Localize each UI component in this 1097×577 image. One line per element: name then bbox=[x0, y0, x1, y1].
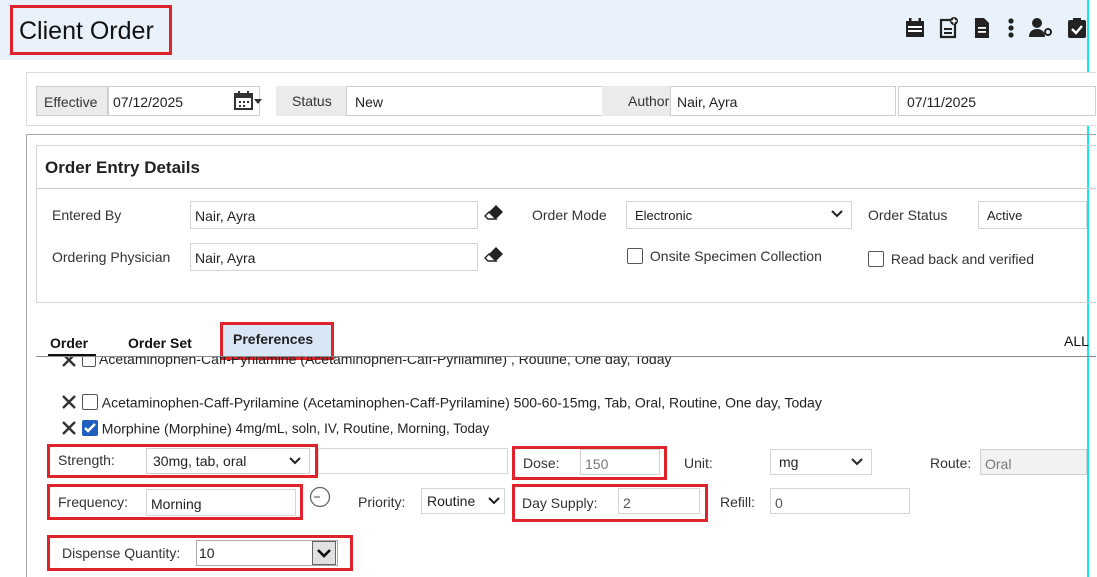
list-item-name: Morphine (Morphine) bbox=[101, 420, 232, 437]
ordering-physician-label: Ordering Physician bbox=[52, 249, 171, 265]
remove-icon[interactable] bbox=[60, 357, 78, 369]
eraser-icon[interactable] bbox=[484, 204, 504, 225]
dispense-quantity-value: 10 bbox=[199, 545, 215, 561]
strength-value: 30mg, tab, oral bbox=[153, 453, 247, 469]
strength-label: Strength: bbox=[58, 452, 115, 468]
priority-select[interactable]: Routine bbox=[421, 488, 505, 514]
priority-value: Routine bbox=[427, 493, 476, 509]
order-mode-value: Electronic bbox=[635, 208, 693, 223]
clock-icon[interactable] bbox=[309, 486, 331, 511]
calendar-dropdown-icon[interactable] bbox=[234, 90, 264, 115]
read-back-label: Read back and verified bbox=[890, 251, 1035, 268]
list-item-text: Acetaminophen-Caff-Pyrilamine (Acetamino… bbox=[99, 357, 672, 367]
entered-by-label: Entered By bbox=[52, 207, 122, 223]
checkbox[interactable] bbox=[81, 357, 96, 368]
list-item-clipped: Acetaminophen-Caff-Pyrilamine (Acetamino… bbox=[60, 357, 820, 369]
order-status-select[interactable]: Active bbox=[978, 201, 1087, 229]
route-input[interactable]: Oral bbox=[980, 449, 1087, 475]
dispense-quantity-label: Dispense Quantity: bbox=[62, 545, 181, 561]
status-label: Status bbox=[276, 86, 346, 116]
list-item: Morphine (Morphine) 4mg/mL, soln, IV, Ro… bbox=[60, 419, 489, 437]
tab-order-set[interactable]: Order Set bbox=[128, 335, 192, 351]
list-item: Acetaminophen-Caff-Pyrilamine (Acetamino… bbox=[60, 393, 822, 411]
filter-all[interactable]: ALL bbox=[1064, 333, 1089, 349]
separator bbox=[602, 86, 609, 116]
frequency-label: Frequency: bbox=[58, 494, 129, 510]
unit-select[interactable]: mg bbox=[770, 449, 872, 475]
page-title: Client Order bbox=[10, 5, 172, 55]
chevron-down-icon bbox=[851, 458, 863, 466]
toolbar bbox=[905, 17, 1087, 39]
remove-icon[interactable] bbox=[60, 393, 78, 411]
onsite-specimen-checkbox[interactable]: Onsite Specimen Collection bbox=[627, 247, 822, 265]
chevron-down-icon bbox=[289, 457, 301, 465]
status-input[interactable]: New bbox=[346, 86, 628, 116]
remove-icon[interactable] bbox=[60, 419, 78, 437]
user-key-icon[interactable] bbox=[1029, 17, 1053, 39]
unit-value: mg bbox=[779, 454, 799, 470]
author-label: Author bbox=[604, 86, 670, 116]
checkbox-checked[interactable] bbox=[81, 420, 98, 437]
day-supply-label: Day Supply: bbox=[522, 495, 598, 511]
checkbox[interactable] bbox=[627, 248, 643, 265]
day-supply-input[interactable]: 2 bbox=[618, 488, 700, 514]
order-status-label: Order Status bbox=[868, 207, 948, 223]
unit-label: Unit: bbox=[684, 455, 713, 471]
frequency-input[interactable]: Morning bbox=[146, 489, 296, 516]
list-item-text: Acetaminophen-Caff-Pyrilamine (Acetamino… bbox=[101, 394, 822, 411]
order-header-row: Effective 07/12/2025 Status New Author N… bbox=[36, 86, 1096, 116]
refill-label: Refill: bbox=[720, 494, 756, 510]
author-input[interactable]: Nair, Ayra bbox=[670, 86, 896, 116]
entered-by-input[interactable]: Nair, Ayra bbox=[190, 201, 478, 229]
onsite-specimen-label: Onsite Specimen Collection bbox=[649, 248, 822, 265]
chevron-down-icon bbox=[317, 549, 331, 558]
order-mode-select[interactable]: Electronic bbox=[626, 201, 852, 229]
priority-label: Priority: bbox=[358, 494, 406, 510]
ordering-physician-input[interactable]: Nair, Ayra bbox=[190, 243, 478, 271]
calendar-icon[interactable] bbox=[905, 17, 925, 39]
clipboard-check-icon[interactable] bbox=[1067, 17, 1087, 39]
refill-input[interactable]: 0 bbox=[770, 488, 910, 514]
effective-label: Effective bbox=[36, 86, 108, 116]
section-title: Order Entry Details bbox=[45, 158, 200, 177]
tab-preferences[interactable]: Preferences bbox=[220, 322, 334, 360]
order-mode-label: Order Mode bbox=[532, 207, 607, 223]
strength-select[interactable]: 30mg, tab, oral bbox=[146, 448, 310, 474]
add-document-icon[interactable] bbox=[939, 17, 959, 39]
dose-input[interactable]: 150 bbox=[580, 449, 660, 475]
chevron-down-icon bbox=[831, 210, 843, 218]
strength-extra-input[interactable] bbox=[318, 448, 508, 474]
chevron-down-icon bbox=[488, 497, 500, 505]
divider bbox=[36, 188, 1096, 189]
dose-label: Dose: bbox=[523, 455, 560, 471]
document-icon[interactable] bbox=[973, 17, 993, 39]
tab-order[interactable]: Order bbox=[50, 335, 88, 351]
order-date-input[interactable]: 07/11/2025 bbox=[898, 86, 1096, 116]
checkbox[interactable] bbox=[81, 394, 98, 411]
more-vertical-icon[interactable] bbox=[1007, 17, 1015, 39]
eraser-icon[interactable] bbox=[484, 246, 504, 267]
dispense-dropdown-button[interactable] bbox=[312, 541, 336, 565]
route-label: Route: bbox=[930, 455, 972, 471]
checkbox[interactable] bbox=[868, 251, 884, 268]
read-back-checkbox[interactable]: Read back and verified bbox=[868, 250, 1035, 268]
list-item-detail: 4mg/mL, soln, IV, Routine, Morning, Toda… bbox=[235, 420, 490, 436]
